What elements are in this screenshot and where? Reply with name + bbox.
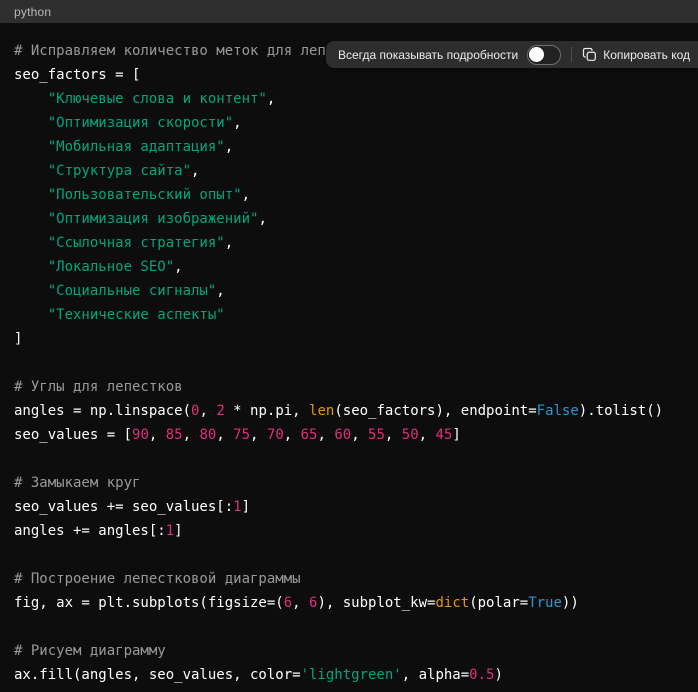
code-line: angles = np.linspace(0, 2 * np.pi, len(s… [14,399,684,423]
code-line [14,447,684,471]
code-content: # Исправляем количество меток для лепест… [0,23,698,692]
code-line: "Оптимизация изображений", [14,207,684,231]
toggle-knob [529,47,544,62]
copy-code-label: Копировать код [603,48,690,62]
code-line: ] [14,327,684,351]
code-header: python [0,0,698,23]
code-line: "Технические аспекты" [14,303,684,327]
code-block: python # Исправляем количество меток для… [0,0,698,692]
copy-code-button[interactable]: Копировать код [582,47,690,62]
code-line: "Мобильная адаптация", [14,135,684,159]
copy-icon [582,47,597,62]
code-toolbar: Всегда показывать подробности Копировать… [326,41,698,68]
code-line [14,543,684,567]
code-line: "Ключевые слова и контент", [14,87,684,111]
code-line: # Замыкаем круг [14,471,684,495]
code-line [14,615,684,639]
code-line: ax.fill(angles, seo_values, color='light… [14,663,684,687]
code-line [14,351,684,375]
code-line: "Социальные сигналы", [14,279,684,303]
code-line: "Структура сайта", [14,159,684,183]
code-line: fig, ax = plt.subplots(figsize=(6, 6), s… [14,591,684,615]
toolbar-divider [571,47,572,62]
code-line: angles += angles[:1] [14,519,684,543]
code-line: # Построение лепестковой диаграммы [14,567,684,591]
code-line: # Углы для лепестков [14,375,684,399]
always-show-details-toggle[interactable] [527,45,561,65]
always-show-details-label: Всегда показывать подробности [338,48,518,62]
code-line: "Ссылочная стратегия", [14,231,684,255]
code-line: "Оптимизация скорости", [14,111,684,135]
code-line: # Рисуем диаграмму [14,639,684,663]
code-line: seo_values = [90, 85, 80, 75, 70, 65, 60… [14,423,684,447]
code-language-label: python [14,5,51,19]
code-line: "Локальное SEO", [14,255,684,279]
code-line: seo_values += seo_values[:1] [14,495,684,519]
code-line: "Пользовательский опыт", [14,183,684,207]
